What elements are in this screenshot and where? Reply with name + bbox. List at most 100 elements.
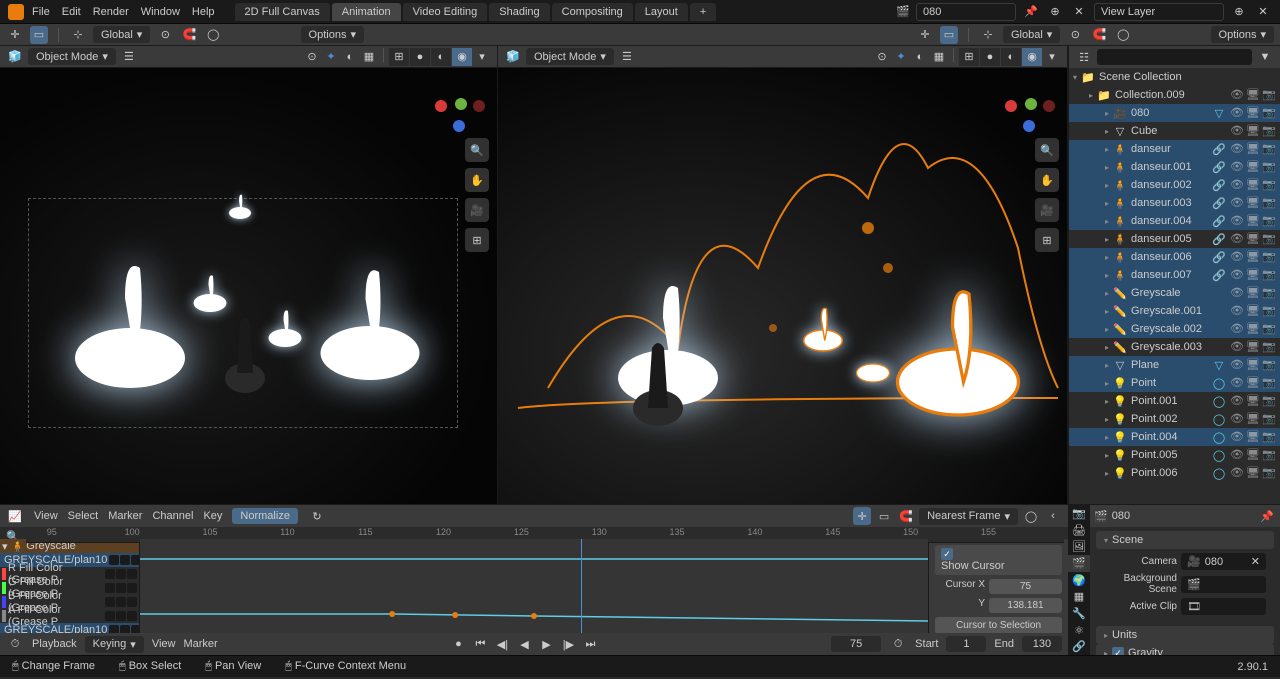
constraint-tab-icon[interactable]: 🔗 bbox=[1068, 638, 1090, 655]
mode-dropdown[interactable]: Object Mode▾ bbox=[526, 48, 614, 65]
cursor-to-selection-button[interactable]: Cursor to Selection bbox=[935, 617, 1062, 633]
cursor-tool-icon[interactable]: ✛ bbox=[853, 507, 871, 525]
shade-options-icon[interactable]: ▾ bbox=[1043, 48, 1061, 66]
refresh-icon[interactable]: ↻ bbox=[308, 507, 326, 525]
clock-icon[interactable]: ⏱ bbox=[889, 635, 907, 653]
mode-dropdown[interactable]: Object Mode▾ bbox=[28, 48, 116, 65]
tree-item[interactable]: ▸▽Plane▽👁🖥📷 bbox=[1069, 356, 1280, 374]
disable-icon[interactable]: 🖥 bbox=[1246, 160, 1260, 174]
jump-last-icon[interactable]: ⏭ bbox=[580, 636, 600, 652]
tree-item[interactable]: ▸▽Cube👁🖥📷 bbox=[1069, 122, 1280, 140]
editor-type-icon[interactable]: 📈 bbox=[6, 507, 24, 525]
y-axis-icon[interactable] bbox=[1025, 98, 1037, 110]
disable-icon[interactable]: 🖥 bbox=[1246, 268, 1260, 282]
render-icon[interactable]: 📷 bbox=[1262, 358, 1276, 372]
graph-menu-view[interactable]: View bbox=[34, 510, 58, 522]
workspace-tab[interactable]: Animation bbox=[332, 3, 401, 21]
modifier-tab-icon[interactable]: 🔧 bbox=[1068, 605, 1090, 622]
render-icon[interactable]: 📷 bbox=[1262, 286, 1276, 300]
render-icon[interactable]: 📷 bbox=[1262, 250, 1276, 264]
eye-icon[interactable]: 👁 bbox=[1230, 160, 1244, 174]
jump-first-icon[interactable]: ⏮ bbox=[470, 636, 490, 652]
viewport-canvas[interactable]: 🔍 ✋ 🎥 ⊞ bbox=[498, 68, 1067, 504]
disable-icon[interactable]: 🖥 bbox=[1246, 142, 1260, 156]
eye-icon[interactable]: 👁 bbox=[1230, 142, 1244, 156]
prev-key-icon[interactable]: ◀| bbox=[492, 636, 512, 652]
disable-icon[interactable]: 🖥 bbox=[1246, 340, 1260, 354]
transform-icon[interactable]: ⊹ bbox=[69, 26, 87, 44]
orientation-dropdown[interactable]: Global▾ bbox=[93, 26, 150, 43]
workspace-add[interactable]: + bbox=[690, 3, 716, 21]
y-axis-icon[interactable] bbox=[455, 98, 467, 110]
tree-item[interactable]: ▸💡Point.006◯👁🖥📷 bbox=[1069, 464, 1280, 480]
eye-icon[interactable]: 👁 bbox=[1230, 322, 1244, 336]
overlay-toggle-icon[interactable]: ⊙ bbox=[873, 48, 891, 66]
eye-icon[interactable]: 👁 bbox=[1230, 124, 1244, 138]
proportional-icon[interactable]: ◯ bbox=[1114, 26, 1132, 44]
eye-icon[interactable]: 👁 bbox=[1230, 394, 1244, 408]
zoom-icon[interactable]: 🔍 bbox=[465, 138, 489, 162]
delete-scene-icon[interactable]: ✕ bbox=[1070, 3, 1088, 21]
cursor-tool-icon[interactable]: ✛ bbox=[916, 26, 934, 44]
workspace-tab[interactable]: Video Editing bbox=[403, 3, 488, 21]
tree-item[interactable]: ▸✏️Greyscale.003👁🖥📷 bbox=[1069, 338, 1280, 356]
eye-icon[interactable]: 👁 bbox=[1230, 304, 1244, 318]
start-frame-field[interactable]: 1 bbox=[946, 636, 986, 652]
matprev-icon[interactable]: ◐ bbox=[1001, 48, 1021, 66]
workspace-tab[interactable]: 2D Full Canvas bbox=[235, 3, 330, 21]
overlay-icon[interactable]: ◐ bbox=[911, 48, 929, 66]
matprev-icon[interactable]: ◐ bbox=[431, 48, 451, 66]
snap-icon[interactable]: 🧲 bbox=[1090, 26, 1108, 44]
workspace-tab[interactable]: Layout bbox=[635, 3, 688, 21]
cursor-tool-icon[interactable]: ✛ bbox=[6, 26, 24, 44]
clip-field[interactable]: 🎞 bbox=[1181, 598, 1266, 615]
disable-icon[interactable]: 🖥 bbox=[1246, 214, 1260, 228]
perspective-icon[interactable]: ⊞ bbox=[1035, 228, 1059, 252]
eye-icon[interactable]: 👁 bbox=[1230, 430, 1244, 444]
render-icon[interactable]: 📷 bbox=[1262, 466, 1276, 480]
menu-render[interactable]: Render bbox=[93, 6, 129, 18]
view-layer-field[interactable]: View Layer bbox=[1094, 3, 1224, 21]
render-icon[interactable]: 📷 bbox=[1262, 394, 1276, 408]
scene-tab-icon[interactable]: 🎬 bbox=[1068, 555, 1090, 572]
pin-icon[interactable]: 📌 bbox=[1022, 3, 1040, 21]
delete-layer-icon[interactable]: ✕ bbox=[1254, 3, 1272, 21]
x-axis-icon[interactable] bbox=[1005, 100, 1017, 112]
viewport-left[interactable]: 🧊 Object Mode▾ ☰ ⊙ ✦ ◐ ▦ ⊞ ● ◐ ◉ ▾ bbox=[0, 46, 498, 504]
snap-mode[interactable]: Nearest Frame▾ bbox=[919, 508, 1018, 525]
menu-icon[interactable]: ☰ bbox=[120, 48, 138, 66]
select-box-icon[interactable]: ▭ bbox=[30, 26, 48, 44]
editor-type-icon[interactable]: 🧊 bbox=[504, 48, 522, 66]
workspace-tab[interactable]: Shading bbox=[489, 3, 549, 21]
wireframe-icon[interactable]: ⊞ bbox=[389, 48, 409, 66]
eye-icon[interactable]: 👁 bbox=[1230, 178, 1244, 192]
tree-item[interactable]: ▸💡Point.002◯👁🖥📷 bbox=[1069, 410, 1280, 428]
tree-item[interactable]: ▸💡Point.001◯👁🖥📷 bbox=[1069, 392, 1280, 410]
play-reverse-icon[interactable]: ◀ bbox=[514, 636, 534, 652]
proportional-icon[interactable]: ◯ bbox=[1022, 507, 1040, 525]
transform-icon[interactable]: ⊹ bbox=[979, 26, 997, 44]
current-frame-field[interactable]: 75 bbox=[831, 636, 881, 652]
menu-help[interactable]: Help bbox=[192, 6, 215, 18]
playback-menu[interactable]: Playback bbox=[32, 638, 77, 650]
xray-icon[interactable]: ▦ bbox=[930, 48, 948, 66]
render-icon[interactable]: 📷 bbox=[1262, 142, 1276, 156]
eye-icon[interactable]: 👁 bbox=[1230, 232, 1244, 246]
view-gizmo[interactable] bbox=[1005, 80, 1055, 130]
graph-menu-key[interactable]: Key bbox=[203, 510, 222, 522]
render-icon[interactable]: 📷 bbox=[1262, 304, 1276, 318]
graph-canvas[interactable] bbox=[140, 539, 928, 633]
tree-item[interactable]: ▸🧍danseur.006🔗👁🖥📷 bbox=[1069, 248, 1280, 266]
pivot-icon[interactable]: ⊙ bbox=[156, 26, 174, 44]
units-panel[interactable]: ▸Units bbox=[1096, 626, 1274, 644]
tree-item[interactable]: ▸✏️Greyscale.001👁🖥📷 bbox=[1069, 302, 1280, 320]
render-icon[interactable]: 📷 bbox=[1262, 412, 1276, 426]
eye-icon[interactable]: 👁 bbox=[1230, 106, 1244, 120]
pan-icon[interactable]: ✋ bbox=[465, 168, 489, 192]
options-dropdown[interactable]: Options▾ bbox=[301, 26, 364, 43]
scene-name-field[interactable]: 080 bbox=[916, 3, 1016, 21]
disable-icon[interactable]: 🖥 bbox=[1246, 124, 1260, 138]
viewport-canvas[interactable]: 🔍 ✋ 🎥 ⊞ bbox=[0, 68, 497, 504]
physics-tab-icon[interactable]: ⚛ bbox=[1068, 622, 1090, 639]
new-layer-icon[interactable]: ⊕ bbox=[1230, 3, 1248, 21]
